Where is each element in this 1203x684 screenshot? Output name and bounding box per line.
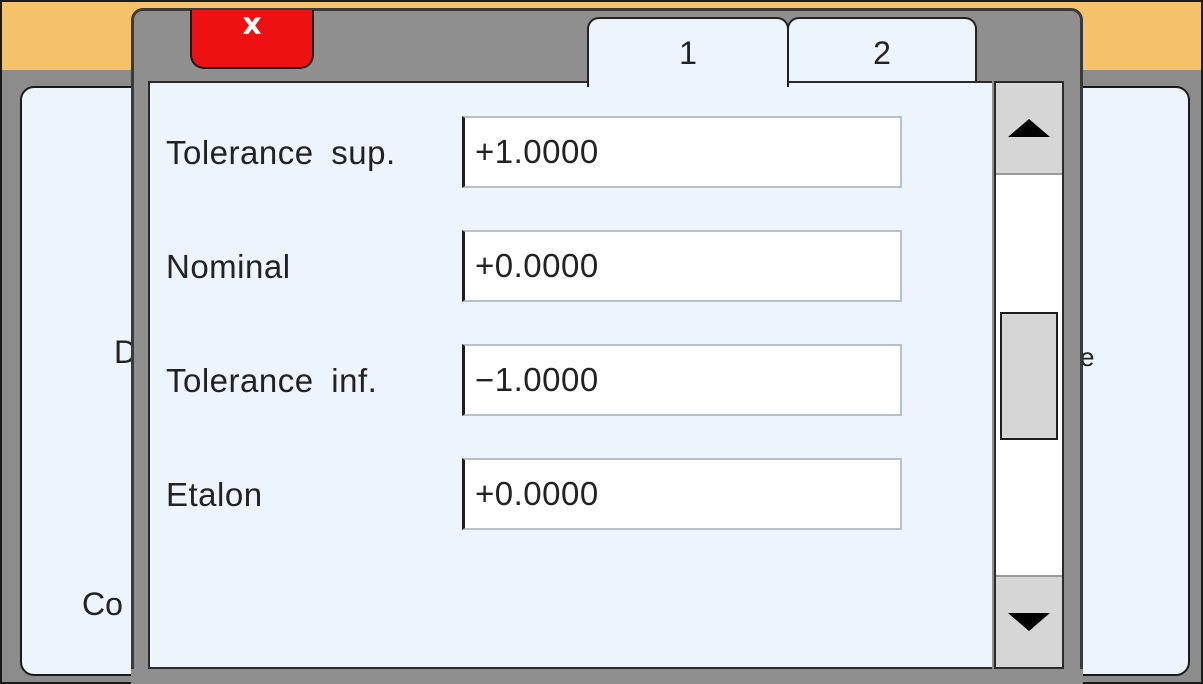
nominal-label: Nominal [166,248,291,285]
arrow-down-icon [1008,613,1050,631]
arrow-up-icon [1008,119,1050,137]
nominal-input[interactable]: +0.0000 [462,230,902,302]
tolerance-inf-label: Tolerance inf. [166,362,378,399]
vertical-scrollbar[interactable] [994,81,1064,669]
background-text-fragment: Co [82,586,123,622]
tab-label: 1 [679,35,697,71]
etalon-label: Etalon [166,476,263,513]
tab-2[interactable]: 2 [787,17,977,81]
scroll-down-button[interactable] [996,575,1062,667]
etalon-input[interactable]: +0.0000 [462,458,902,530]
tolerance-inf-input[interactable]: −1.0000 [462,344,902,416]
dialog-bottom-edge [131,669,1083,684]
tab-1[interactable]: 1 [587,17,789,87]
close-icon: x [242,7,262,42]
scroll-thumb[interactable] [1000,312,1058,440]
tolerance-sup-label: Tolerance sup. [166,134,396,171]
tab-label: 2 [873,35,891,71]
close-button[interactable]: x [190,7,314,69]
scroll-up-button[interactable] [996,83,1062,175]
tolerance-sup-input[interactable]: +1.0000 [462,116,902,188]
